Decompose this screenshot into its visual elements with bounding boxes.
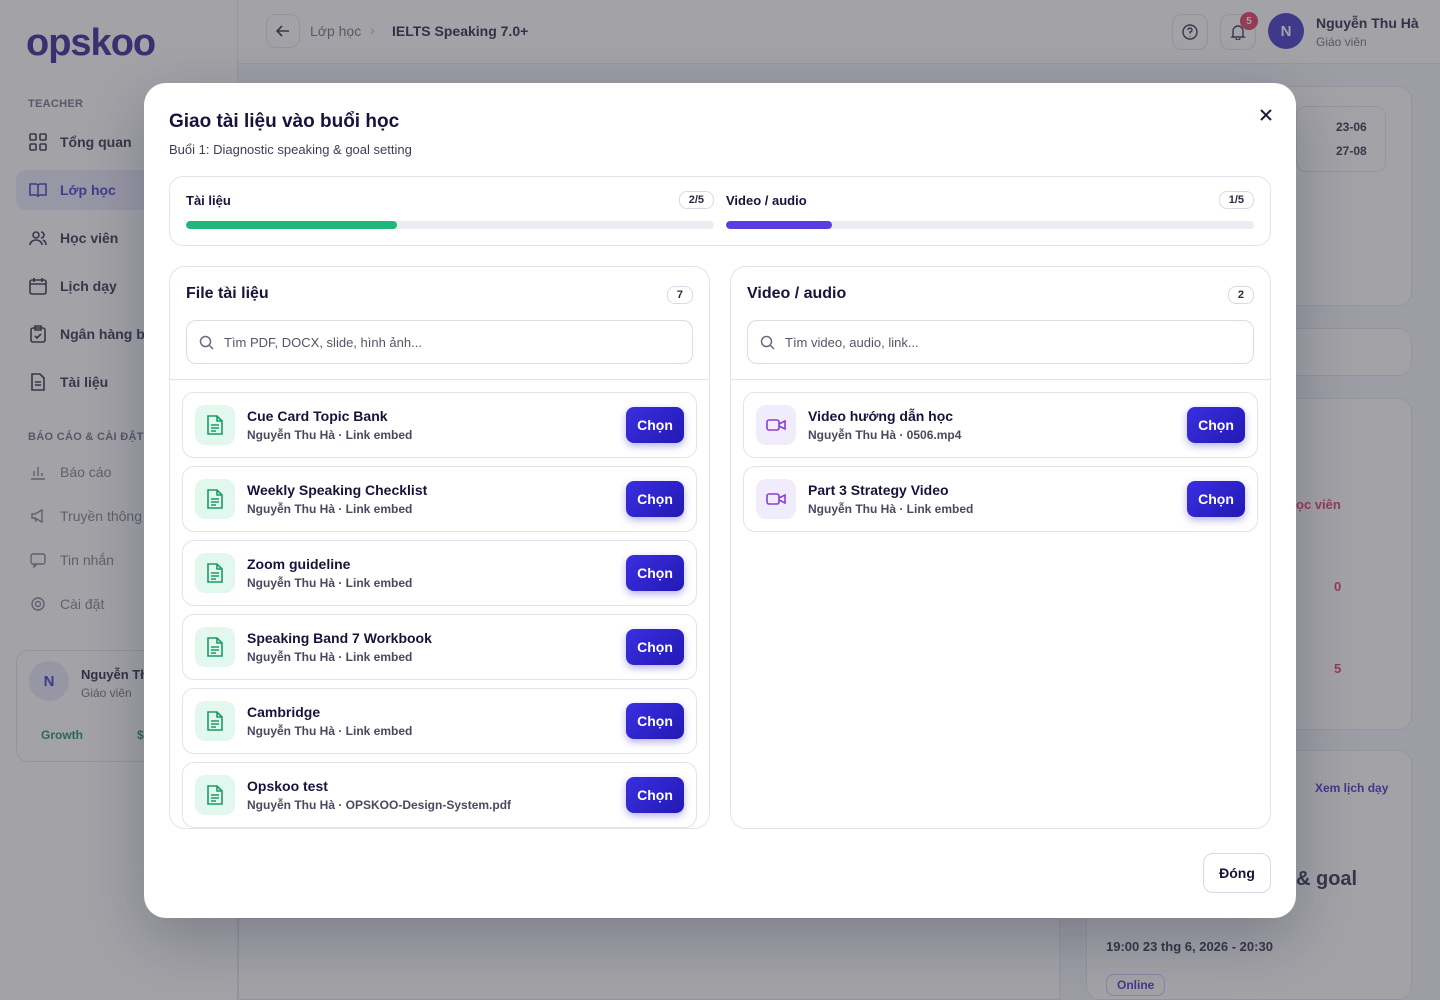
docs-count-badge: 7 xyxy=(666,286,693,304)
list-item: Speaking Band 7 Workbook Nguyễn Thu Hà ·… xyxy=(182,614,697,680)
document-icon xyxy=(195,405,235,445)
list-item: Cambridge Nguyễn Thu Hà · Link embed Chọ… xyxy=(182,688,697,754)
list-item: Weekly Speaking Checklist Nguyễn Thu Hà … xyxy=(182,466,697,532)
item-title: Weekly Speaking Checklist xyxy=(247,482,428,498)
choose-button[interactable]: Chọn xyxy=(626,703,684,739)
list-item: Cue Card Topic Bank Nguyễn Thu Hà · Link… xyxy=(182,392,697,458)
video-camera-icon xyxy=(756,479,796,519)
docs-progress-track xyxy=(186,221,714,229)
item-meta: Nguyễn Thu Hà · Link embed xyxy=(247,428,413,442)
list-item: Video hướng dẫn học Nguyễn Thu Hà · 0506… xyxy=(743,392,1258,458)
item-meta: Nguyễn Thu Hà · 0506.mp4 xyxy=(808,428,962,442)
choose-button[interactable]: Chọn xyxy=(626,777,684,813)
video-progress-fill xyxy=(726,221,832,229)
document-icon xyxy=(195,627,235,667)
assign-materials-modal: Giao tài liệu vào buổi học Buổi 1: Diagn… xyxy=(144,83,1296,918)
document-icon xyxy=(195,553,235,593)
choose-button[interactable]: Chọn xyxy=(626,481,684,517)
item-title: Zoom guideline xyxy=(247,556,351,572)
docs-search-input[interactable] xyxy=(224,334,664,350)
list-item: Part 3 Strategy Video Nguyễn Thu Hà · Li… xyxy=(743,466,1258,532)
item-title: Opskoo test xyxy=(247,778,328,794)
video-progress: Video / audio 1/5 xyxy=(726,191,1254,229)
docs-progress-fill xyxy=(186,221,398,229)
video-count-badge: 2 xyxy=(1227,286,1254,304)
document-icon xyxy=(195,479,235,519)
assignment-progress: Tài liệu 2/5 Video / audio 1/5 xyxy=(169,176,1271,246)
list-item: Zoom guideline Nguyễn Thu Hà · Link embe… xyxy=(182,540,697,606)
docs-search[interactable] xyxy=(186,320,693,364)
video-progress-track xyxy=(726,221,1254,229)
docs-panel-title: File tài liệu xyxy=(186,285,269,302)
docs-progress-count: 2/5 xyxy=(678,191,714,209)
docs-panel: File tài liệu 7 Cue Card Topic Bank Nguy… xyxy=(169,266,710,829)
docs-progress: Tài liệu 2/5 xyxy=(186,191,714,229)
video-panel-header: Video / audio 2 xyxy=(731,267,1270,380)
video-camera-icon xyxy=(756,405,796,445)
item-title: Part 3 Strategy Video xyxy=(808,482,949,498)
item-title: Speaking Band 7 Workbook xyxy=(247,630,432,646)
item-meta: Nguyễn Thu Hà · Link embed xyxy=(247,576,413,590)
list-item: Opskoo test Nguyễn Thu Hà · OPSKOO-Desig… xyxy=(182,762,697,828)
item-title: Video hướng dẫn học xyxy=(808,408,954,424)
modal-title: Giao tài liệu vào buổi học xyxy=(169,111,400,132)
item-title: Cambridge xyxy=(247,704,321,720)
item-meta: Nguyễn Thu Hà · Link embed xyxy=(808,502,974,516)
item-title: Cue Card Topic Bank xyxy=(247,408,388,424)
choose-button[interactable]: Chọn xyxy=(626,629,684,665)
video-panel-title: Video / audio xyxy=(747,285,847,302)
video-panel: Video / audio 2 Video hướng dẫn học Nguy… xyxy=(730,266,1271,829)
item-meta: Nguyễn Thu Hà · Link embed xyxy=(247,650,413,664)
choose-button[interactable]: Chọn xyxy=(626,407,684,443)
video-search-input[interactable] xyxy=(785,334,1225,350)
document-icon xyxy=(195,701,235,741)
docs-panel-header: File tài liệu 7 xyxy=(170,267,709,380)
choose-button[interactable]: Chọn xyxy=(1187,481,1245,517)
modal-subtitle: Buổi 1: Diagnostic speaking & goal setti… xyxy=(169,142,412,157)
video-search[interactable] xyxy=(747,320,1254,364)
choose-button[interactable]: Chọn xyxy=(626,555,684,591)
close-icon[interactable] xyxy=(1252,101,1280,129)
video-progress-count: 1/5 xyxy=(1218,191,1254,209)
video-progress-label: Video / audio xyxy=(726,193,807,208)
docs-progress-label: Tài liệu xyxy=(186,193,231,208)
document-icon xyxy=(195,775,235,815)
item-meta: Nguyễn Thu Hà · Link embed xyxy=(247,724,413,738)
choose-button[interactable]: Chọn xyxy=(1187,407,1245,443)
item-meta: Nguyễn Thu Hà · OPSKOO-Design-System.pdf xyxy=(247,798,512,812)
search-icon xyxy=(199,335,214,350)
close-button[interactable]: Đóng xyxy=(1203,853,1271,893)
item-meta: Nguyễn Thu Hà · Link embed xyxy=(247,502,413,516)
search-icon xyxy=(760,335,775,350)
